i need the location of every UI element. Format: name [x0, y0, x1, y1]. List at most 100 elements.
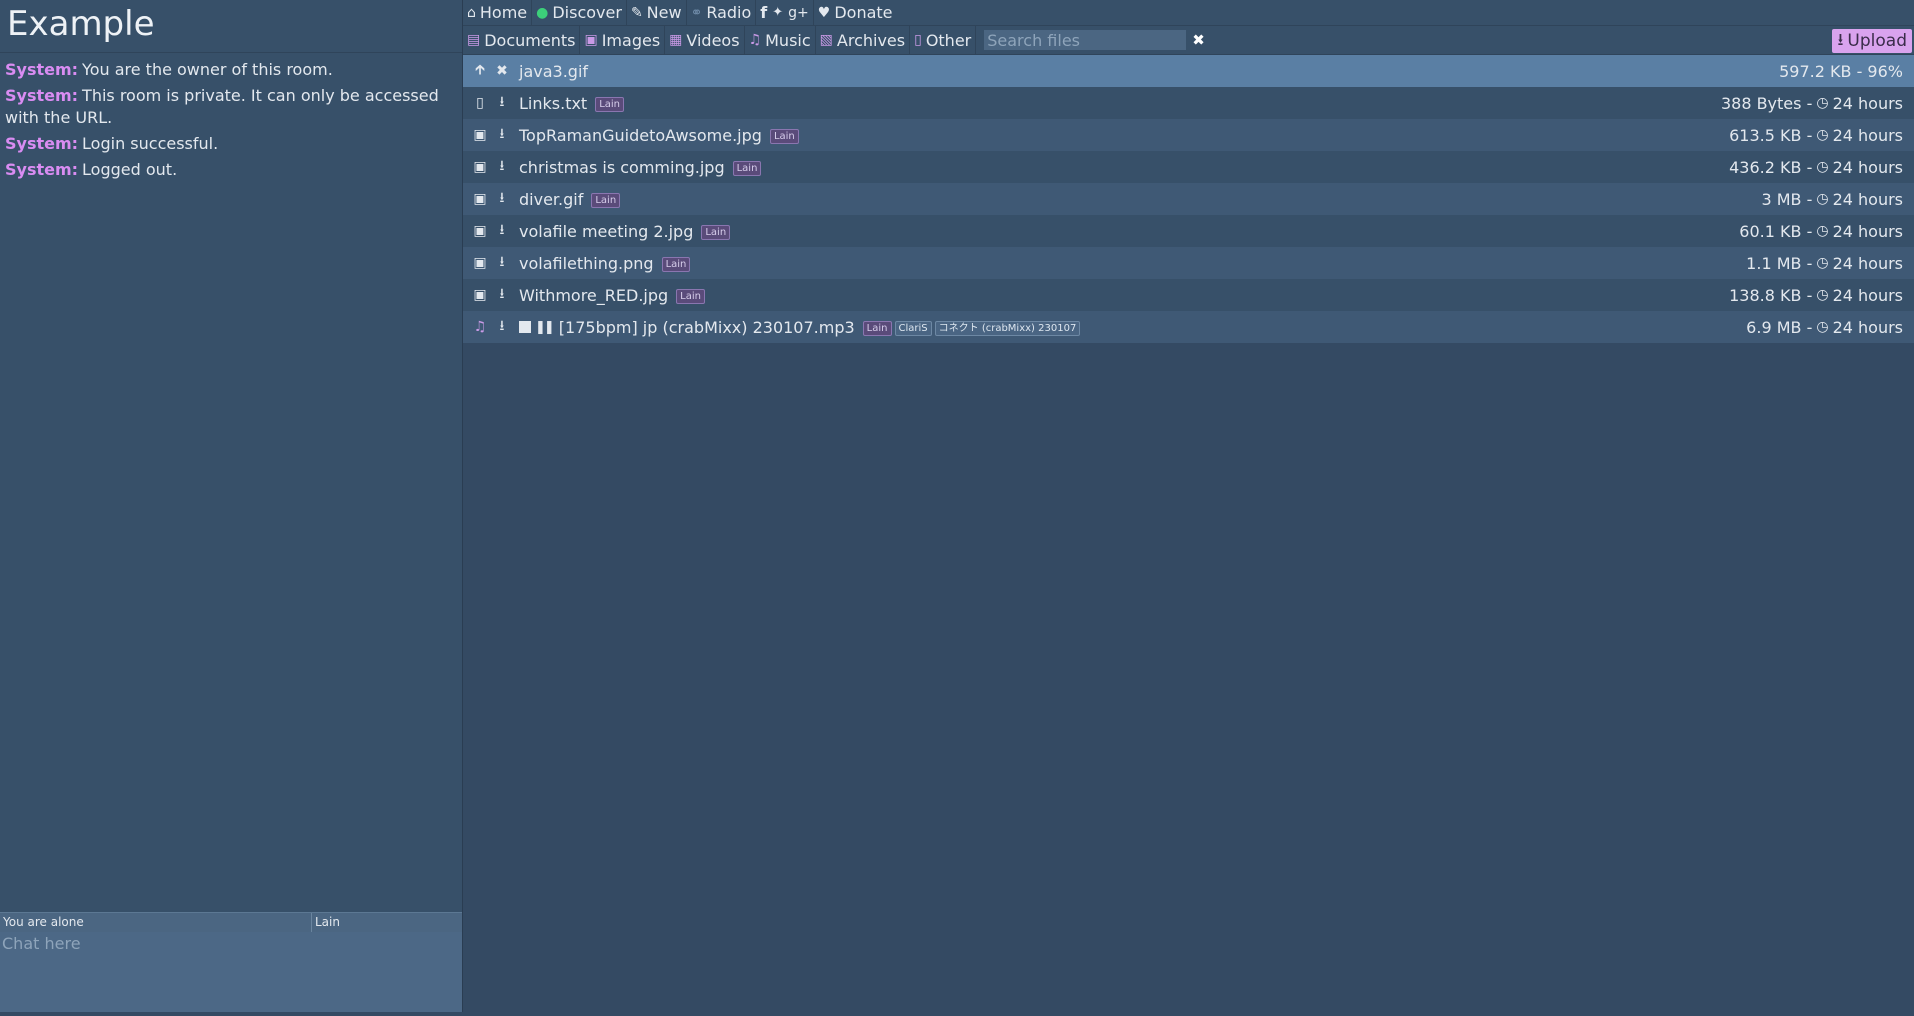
uploader-tag[interactable]: Lain	[732, 160, 762, 176]
chat-panel: Example System: You are the owner of this…	[0, 0, 463, 1012]
clock-icon: ◷	[1816, 127, 1829, 143]
download-icon[interactable]: ⭳	[491, 315, 513, 339]
filter-music[interactable]: ♫ Music	[745, 26, 816, 54]
filter-documents-label: Documents	[484, 30, 576, 50]
file-panel: ⌂ Home ● Discover ✎ New ⚭ Radio f ✦ g+ ♥ Dona…	[463, 0, 1914, 1012]
file-meta: 1.1 MB - ◷ 24 hours	[1746, 247, 1903, 279]
uploader-tag[interactable]: Lain	[862, 320, 892, 336]
download-icon[interactable]: ⭳	[491, 251, 513, 275]
file-row-uploading[interactable]: 🡱 ✖ java3.gif 597.2 KB - 96%	[463, 55, 1914, 87]
nav-donate[interactable]: ♥ Donate	[814, 0, 897, 25]
file-name[interactable]: Links.txt	[519, 94, 587, 113]
headphones-icon: ⚭	[690, 4, 703, 21]
uploader-tag[interactable]: Lain	[701, 224, 731, 240]
uploader-tag[interactable]: Lain	[769, 128, 799, 144]
file-meta: 60.1 KB - ◷ 24 hours	[1739, 215, 1903, 247]
film-icon: ▦	[669, 32, 683, 48]
chat-input[interactable]	[0, 932, 462, 1012]
image-icon: ▣	[473, 159, 487, 175]
pause-icon[interactable]: ❚❚	[535, 320, 555, 335]
file-row[interactable]: ▣ ⭳ TopRamanGuidetoAwsome.jpg Lain 613.5…	[463, 119, 1914, 151]
nav-new[interactable]: ✎ New	[627, 0, 687, 25]
chat-message: System: Logged out.	[0, 157, 462, 183]
artist-tag[interactable]: ClariS	[894, 320, 932, 336]
file-ttl: 24 hours	[1832, 221, 1903, 241]
clock-icon: ◷	[1816, 159, 1829, 175]
stop-icon[interactable]	[519, 321, 531, 333]
search-files-input[interactable]	[984, 30, 1187, 50]
title-tag[interactable]: コネクト (crabMixx) 230107	[934, 320, 1081, 336]
download-icon[interactable]: ⭳	[491, 155, 513, 179]
filter-videos[interactable]: ▦ Videos	[665, 26, 745, 54]
filter-music-label: Music	[765, 30, 811, 50]
download-icon[interactable]: ⭳	[491, 219, 513, 243]
filter-images-label: Images	[601, 30, 661, 50]
file-meta: 613.5 KB - ◷ 24 hours	[1729, 119, 1903, 151]
message-user[interactable]: System:	[5, 86, 78, 105]
download-icon[interactable]: ⭳	[491, 91, 513, 115]
file-ttl: 24 hours	[1832, 157, 1903, 177]
file-name[interactable]: diver.gif	[519, 190, 583, 209]
clock-icon: ◷	[1816, 319, 1829, 335]
file-name[interactable]: Withmore_RED.jpg	[519, 286, 668, 305]
file-row[interactable]: ▣ ⭳ volafile meeting 2.jpg Lain 60.1 KB …	[463, 215, 1914, 247]
chat-message: System: This room is private. It can only…	[0, 83, 462, 131]
username[interactable]: Lain	[312, 913, 343, 932]
file-row[interactable]: ♫ ⭳ ❚❚ [175bpm] jp (crabMixx) 230107.mp3…	[463, 311, 1914, 343]
filter-other[interactable]: ▯ Other	[910, 26, 977, 54]
facebook-icon[interactable]: f	[760, 3, 767, 22]
file-size: 1.1 MB -	[1746, 253, 1813, 273]
clock-icon: ◷	[1816, 191, 1829, 207]
upload-progress: 597.2 KB - 96%	[1779, 55, 1903, 87]
nav-radio[interactable]: ⚭ Radio	[687, 0, 757, 25]
file-meta: 388 Bytes - ◷ 24 hours	[1721, 87, 1903, 119]
uploader-tag[interactable]: Lain	[661, 256, 691, 272]
file-row[interactable]: ▣ ⭳ volafilething.png Lain 1.1 MB - ◷ 24 h…	[463, 247, 1914, 279]
file-ttl: 24 hours	[1832, 93, 1903, 113]
cancel-upload-icon[interactable]: ✖	[491, 63, 513, 79]
google-plus-icon[interactable]: g+	[788, 5, 809, 21]
download-icon[interactable]: ⭳	[491, 123, 513, 147]
uploader-tag[interactable]: Lain	[591, 192, 621, 208]
download-icon[interactable]: ⭳	[491, 187, 513, 211]
file-row[interactable]: ▣ ⭳ christmas is comming.jpg Lain 436.2 …	[463, 151, 1914, 183]
filter-documents[interactable]: ▤ Documents	[463, 26, 581, 54]
message-user[interactable]: System:	[5, 160, 78, 179]
file-icon: ▯	[914, 32, 922, 48]
filter-images[interactable]: ▣ Images	[580, 26, 666, 54]
message-text: Login successful.	[82, 134, 219, 153]
uploader-tag[interactable]: Lain	[595, 96, 625, 112]
filter-archives[interactable]: ▧ Archives	[816, 26, 911, 54]
file-size: 138.8 KB -	[1729, 285, 1813, 305]
file-name[interactable]: [175bpm] jp (crabMixx) 230107.mp3	[559, 318, 855, 337]
file-row[interactable]: ▣ ⭳ diver.gif Lain 3 MB - ◷ 24 hours	[463, 183, 1914, 215]
heart-icon: ♥	[817, 4, 831, 21]
file-name[interactable]: TopRamanGuidetoAwsome.jpg	[519, 126, 762, 145]
nav-discover[interactable]: ● Discover	[532, 0, 627, 25]
file-size: 388 Bytes -	[1720, 93, 1813, 113]
nav-home[interactable]: ⌂ Home	[463, 0, 533, 25]
file-name[interactable]: christmas is comming.jpg	[519, 158, 725, 177]
file-name[interactable]: volafilething.png	[519, 254, 654, 273]
file-name[interactable]: volafile meeting 2.jpg	[519, 222, 693, 241]
file-row[interactable]: ▯ ⭳ Links.txt Lain 388 Bytes - ◷ 24 hours	[463, 87, 1914, 119]
chat-message: System: You are the owner of this room.	[0, 57, 462, 83]
download-icon[interactable]: ⭳	[491, 283, 513, 307]
music-icon: ♫	[748, 32, 762, 48]
file-ttl: 24 hours	[1832, 317, 1903, 337]
file-ttl: 24 hours	[1832, 125, 1903, 145]
message-user[interactable]: System:	[5, 60, 78, 79]
file-filters: ▤ Documents ▣ Images ▦ Videos ♫ Music ▧ Archi…	[463, 26, 1914, 55]
upload-button[interactable]: ⭳ Upload	[1832, 29, 1912, 53]
file-row[interactable]: ▣ ⭳ Withmore_RED.jpg Lain 138.8 KB - ◷ 24 …	[463, 279, 1914, 311]
image-icon: ▣	[473, 287, 487, 303]
twitter-icon[interactable]: ✦	[772, 5, 783, 20]
chat-messages: System: You are the owner of this room. S…	[0, 52, 462, 183]
file-size: 60.1 KB -	[1739, 221, 1813, 241]
message-text: You are the owner of this room.	[82, 60, 333, 79]
uploader-tag[interactable]: Lain	[676, 288, 705, 304]
file-name[interactable]: java3.gif	[519, 62, 588, 81]
clear-search-icon[interactable]: ✖	[1192, 31, 1205, 49]
message-user[interactable]: System:	[5, 134, 78, 153]
message-text: Logged out.	[82, 160, 178, 179]
